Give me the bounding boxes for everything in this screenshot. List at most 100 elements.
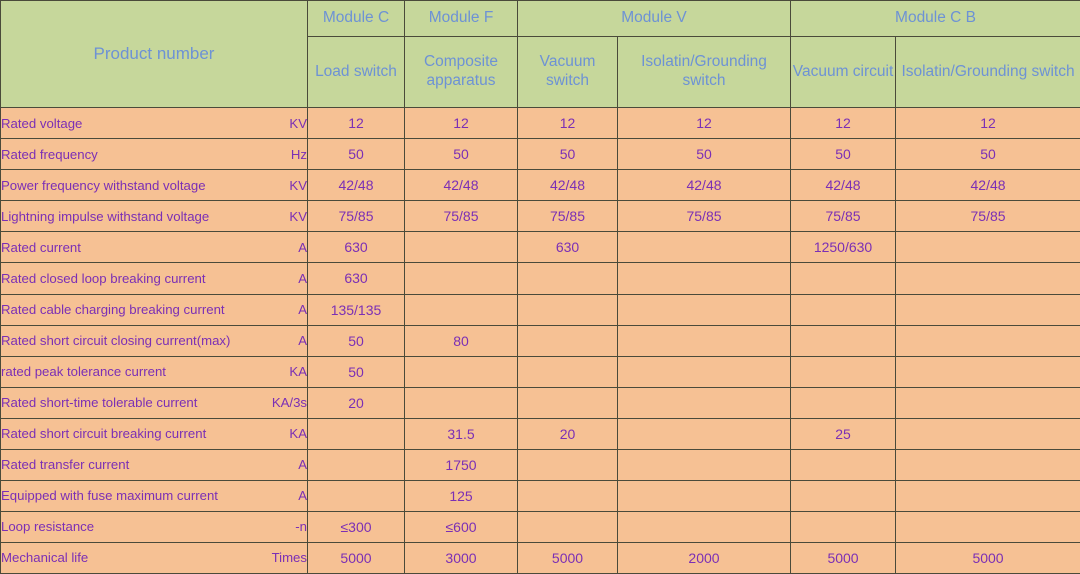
parameter-value-cell: 5000 <box>895 541 1080 574</box>
parameter-value-cell <box>790 262 897 295</box>
parameter-label-cell: Loop resistance -n <box>0 510 308 543</box>
parameter-value-cell: 50 <box>517 138 618 171</box>
parameter-label-inner: Rated transfer current A <box>1 457 307 472</box>
parameter-label-inner: Rated voltage KV <box>1 116 307 131</box>
parameter-value-cell <box>307 448 405 481</box>
parameter-unit: A <box>298 270 307 286</box>
parameter-label-inner: Power frequency withstand voltage KV <box>1 178 307 193</box>
parameter-value-cell <box>616 479 792 512</box>
parameter-name: Rated short circuit closing current(max) <box>1 333 231 349</box>
table-row: Rated closed loop breaking current A 630 <box>0 262 1080 295</box>
parameter-value-cell <box>790 293 897 326</box>
parameter-name: Lightning impulse withstand voltage <box>1 208 210 224</box>
parameter-label-inner: Equipped with fuse maximum current A <box>1 488 307 503</box>
parameter-name: Rated closed loop breaking current <box>1 270 206 286</box>
parameter-label-inner: Rated frequency Hz <box>1 147 307 162</box>
parameter-value-cell <box>895 355 1080 388</box>
parameter-value-cell: 80 <box>404 324 518 357</box>
parameter-value-cell <box>616 355 792 388</box>
parameter-name: Rated voltage <box>1 115 83 131</box>
parameter-label-cell: Rated current A <box>0 231 308 264</box>
parameter-name: Mechanical life <box>1 550 89 566</box>
module-subtype-header: Vacuum switch <box>517 36 618 109</box>
parameter-value-cell <box>895 293 1080 326</box>
parameter-value-cell <box>895 417 1080 450</box>
parameter-unit: Hz <box>290 146 307 162</box>
module-subtype-header: Isolatin/Grounding switch <box>895 36 1080 109</box>
parameter-value-cell <box>895 448 1080 481</box>
table-row: Rated short-time tolerable current KA/3s 2… <box>0 386 1080 419</box>
parameter-value-cell: 630 <box>307 231 405 264</box>
table-row: Equipped with fuse maximum current A 125 <box>0 479 1080 512</box>
parameter-value-cell: 75/85 <box>307 200 405 233</box>
parameter-label-cell: Lightning impulse withstand voltage KV <box>0 200 308 233</box>
parameter-name: Rated short-time tolerable current <box>1 395 198 411</box>
parameter-value-cell: 20 <box>517 417 618 450</box>
table-row: Rated current A 630 630 1250/630 <box>0 231 1080 264</box>
parameter-value-cell <box>790 324 897 357</box>
parameter-label-cell: Rated cable charging breaking current A <box>0 293 308 326</box>
parameter-unit: KV <box>289 208 307 224</box>
parameter-value-cell <box>517 479 618 512</box>
parameter-name: Rated cable charging breaking current <box>1 302 225 318</box>
parameter-value-cell: 75/85 <box>616 200 792 233</box>
parameter-unit: A <box>298 488 307 504</box>
parameter-value-cell <box>616 386 792 419</box>
parameter-value-cell <box>616 417 792 450</box>
parameter-value-cell <box>895 386 1080 419</box>
parameter-value-cell <box>404 293 518 326</box>
parameter-value-cell: 75/85 <box>517 200 618 233</box>
parameter-value-cell <box>517 510 618 543</box>
parameter-unit: KA <box>289 364 307 380</box>
table-row: Rated short circuit closing current(max)… <box>0 324 1080 357</box>
parameter-value-cell: 1750 <box>404 448 518 481</box>
parameter-value-cell: 1250/630 <box>790 231 897 264</box>
parameter-value-cell <box>790 510 897 543</box>
parameter-name: rated peak tolerance current <box>1 364 166 380</box>
parameter-label-cell: Equipped with fuse maximum current A <box>0 479 308 512</box>
parameter-value-cell: 12 <box>790 107 897 140</box>
parameter-value-cell: 5000 <box>790 541 897 574</box>
parameter-value-cell: 42/48 <box>616 169 792 202</box>
parameter-value-cell: 50 <box>404 138 518 171</box>
parameter-label-cell: Rated voltage KV <box>0 107 308 140</box>
table-row: Rated cable charging breaking current A 13… <box>0 293 1080 326</box>
parameter-value-cell: 75/85 <box>790 200 897 233</box>
parameter-unit: -n <box>295 519 307 535</box>
parameter-unit: KA/3s <box>271 395 307 411</box>
parameter-name: Equipped with fuse maximum current <box>1 488 218 504</box>
parameter-value-cell: 50 <box>790 138 897 171</box>
parameter-value-cell <box>517 262 618 295</box>
parameter-label-inner: Rated closed loop breaking current A <box>1 271 307 286</box>
parameter-value-cell <box>895 510 1080 543</box>
parameter-value-cell <box>404 262 518 295</box>
parameter-label-cell: rated peak tolerance current KA <box>0 355 308 388</box>
parameter-value-cell <box>616 231 792 264</box>
module-group-header: Module C <box>307 0 405 38</box>
parameter-value-cell: 31.5 <box>404 417 518 450</box>
parameter-value-cell <box>517 293 618 326</box>
table-row: Lightning impulse withstand voltage KV 75/… <box>0 200 1080 233</box>
parameter-value-cell: 12 <box>616 107 792 140</box>
parameter-value-cell: 50 <box>895 138 1080 171</box>
parameter-value-cell <box>790 479 897 512</box>
parameter-unit: A <box>298 457 307 473</box>
parameter-value-cell <box>517 448 618 481</box>
parameter-value-cell: 12 <box>895 107 1080 140</box>
parameter-value-cell: 12 <box>517 107 618 140</box>
parameter-unit: KV <box>289 177 307 193</box>
parameter-value-cell: 20 <box>307 386 405 419</box>
parameter-value-cell: 630 <box>307 262 405 295</box>
parameter-label-inner: Loop resistance -n <box>1 519 307 534</box>
parameter-label-cell: Rated short circuit closing current(max)… <box>0 324 308 357</box>
parameter-value-cell: 42/48 <box>790 169 897 202</box>
table-row: Power frequency withstand voltage KV 42/48… <box>0 169 1080 202</box>
parameter-label-cell: Rated closed loop breaking current A <box>0 262 308 295</box>
parameter-value-cell: 12 <box>404 107 518 140</box>
parameter-value-cell: 50 <box>307 355 405 388</box>
parameter-value-cell: 50 <box>307 138 405 171</box>
parameter-label-cell: Rated transfer current A <box>0 448 308 481</box>
parameter-value-cell: 5000 <box>307 541 405 574</box>
table-row: Rated frequency Hz 50 50 50 50 50 50 <box>0 138 1080 171</box>
parameter-value-cell: 75/85 <box>404 200 518 233</box>
